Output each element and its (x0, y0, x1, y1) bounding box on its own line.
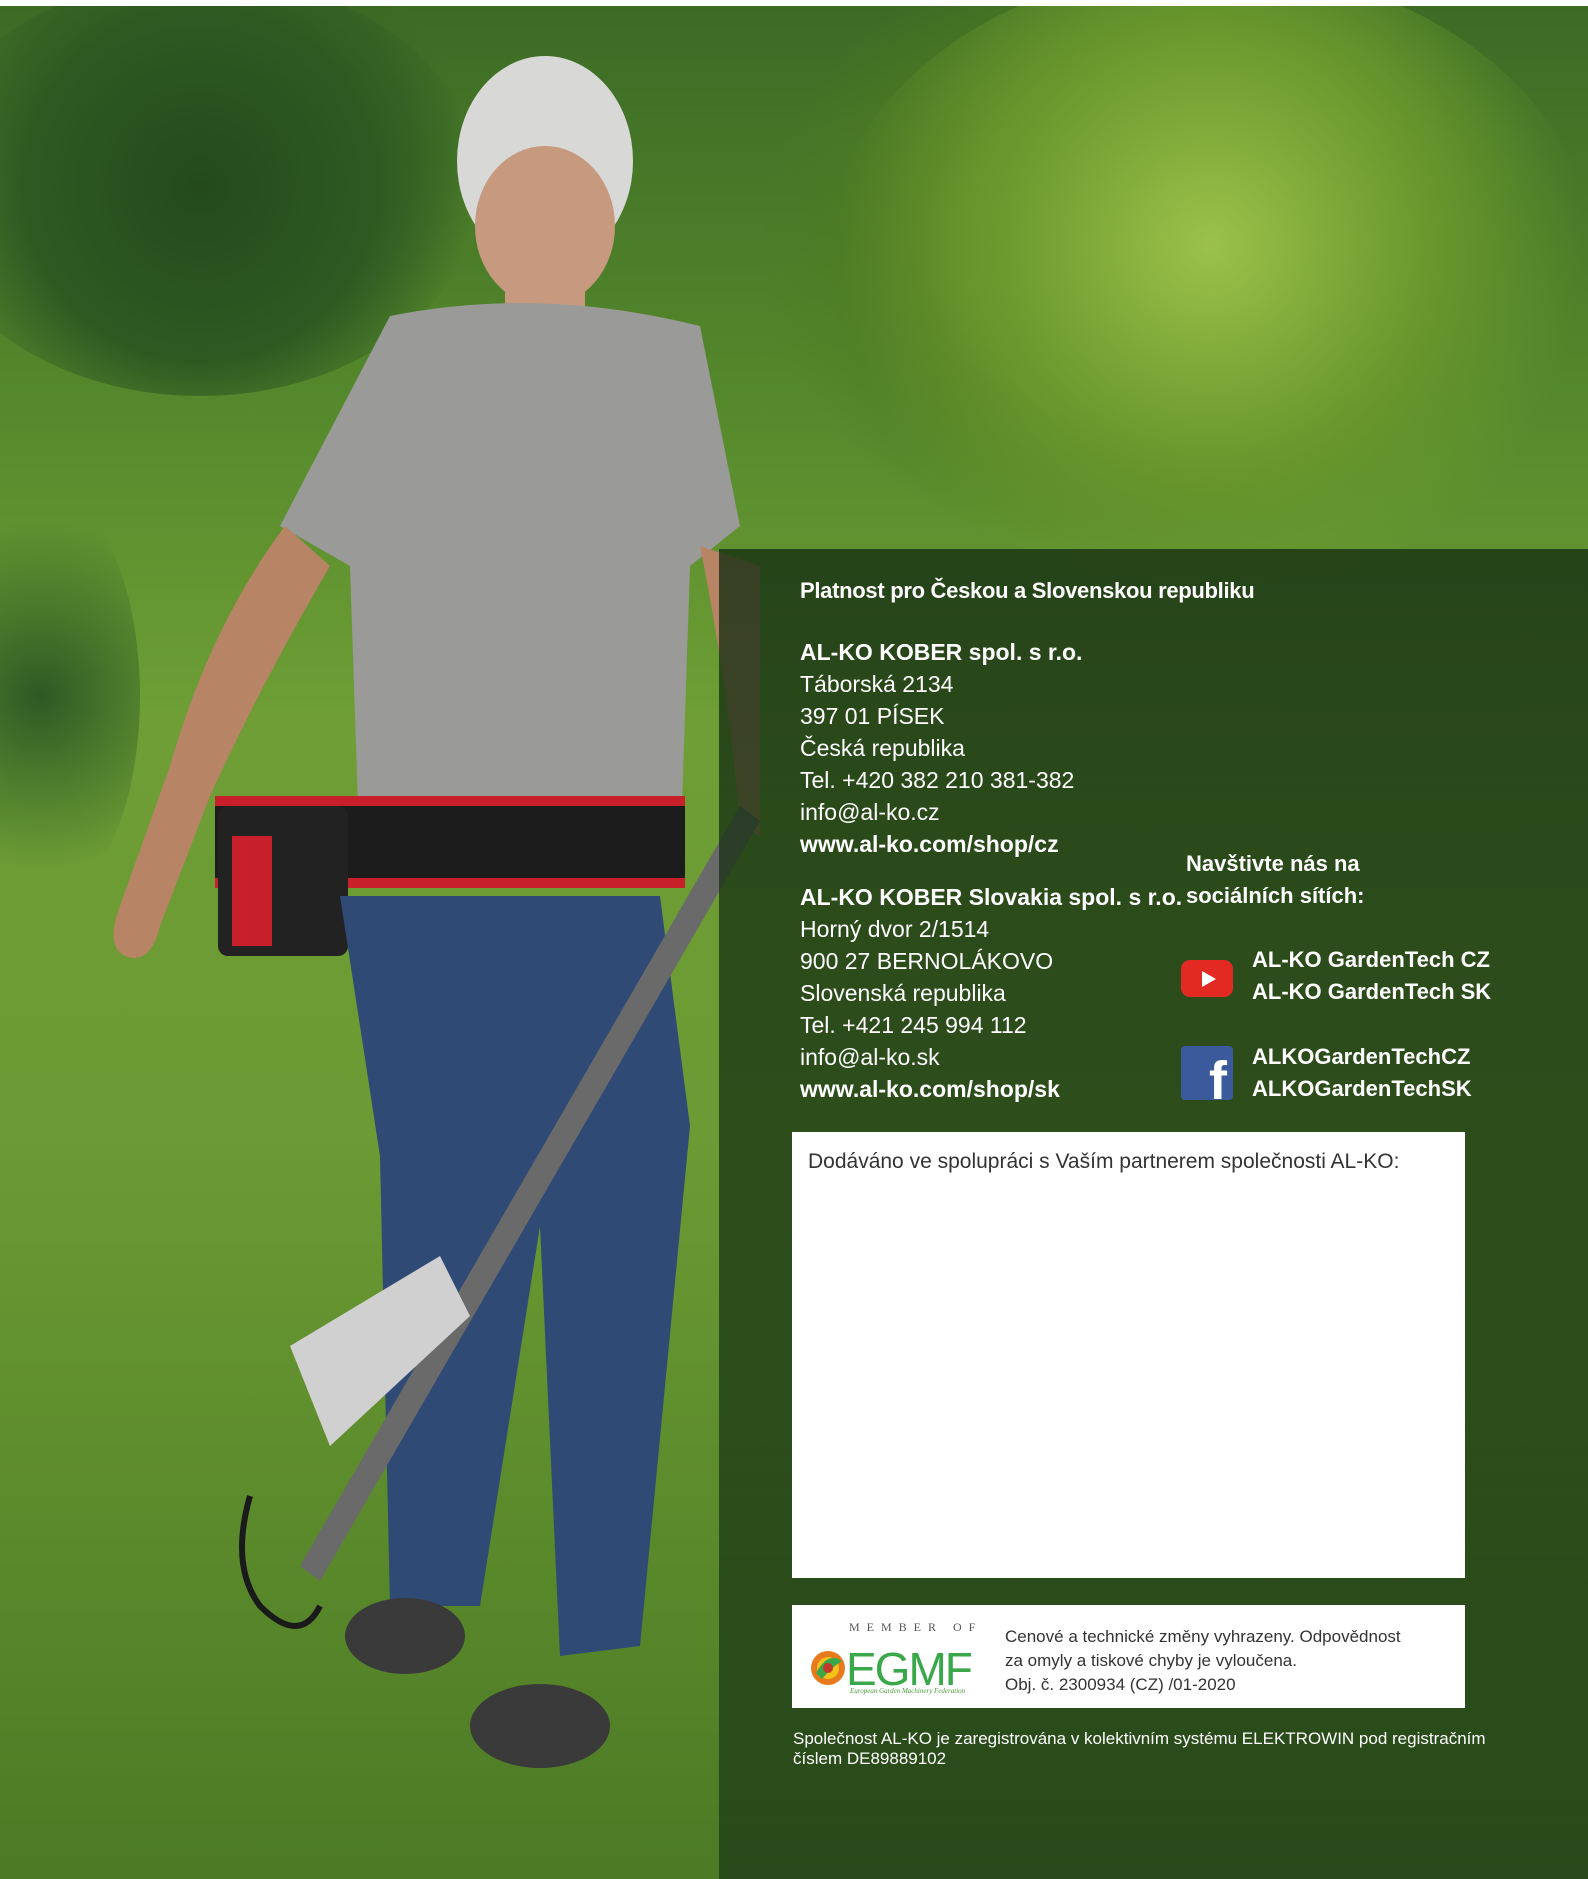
contact-cz: AL-KO KOBER spol. s r.o. Táborská 2134 3… (800, 636, 1082, 860)
egmf-subtitle: European Garden Machinery Federation (850, 1687, 966, 1695)
youtube-channel-sk[interactable]: AL-KO GardenTech SK (1252, 976, 1491, 1008)
elektrowin-note: Společnost AL-KO je zaregistrována v kol… (793, 1729, 1486, 1769)
street: Táborská 2134 (800, 671, 954, 697)
social-heading-line2: sociálních sítích: (1186, 883, 1365, 908)
partner-label: Dodáváno ve spolupráci s Vaším partnerem… (808, 1150, 1400, 1173)
egmf-box: MEMBER OF EGMF European Garden Machinery… (792, 1605, 1465, 1708)
phone: Tel. +421 245 994 112 (800, 1012, 1027, 1038)
egmf-logo-text: EGMF (846, 1643, 972, 1693)
street: Horný dvor 2/1514 (800, 916, 990, 942)
partner-stamp-box: Dodáváno ve spolupráci s Vaším partnerem… (792, 1132, 1465, 1578)
egmf-member-of: MEMBER OF (849, 1620, 983, 1634)
disclaimer-line: za omyly a tiskové chyby je vyloučena. (1005, 1651, 1297, 1670)
email-link[interactable]: info@al-ko.sk (800, 1041, 1182, 1073)
company-name: AL-KO KOBER spol. s r.o. (800, 639, 1083, 665)
hedge-foliage (820, 6, 1588, 586)
company-name: AL-KO KOBER Slovakia spol. s r.o. (800, 884, 1183, 910)
order-number: Obj. č. 2300934 (CZ) /01-2020 (1005, 1675, 1236, 1694)
web-link[interactable]: www.al-ko.com/shop/cz (800, 828, 1082, 860)
phone: Tel. +420 382 210 381-382 (800, 767, 1075, 793)
disclaimer-line: Cenové a technické změny vyhrazeny. Odpo… (1005, 1627, 1401, 1646)
city: 397 01 PÍSEK (800, 703, 945, 729)
disclaimer: Cenové a technické změny vyhrazeny. Odpo… (1005, 1625, 1401, 1697)
footer-line: Společnost AL-KO je zaregistrována v kol… (793, 1729, 1486, 1748)
facebook-icon[interactable]: f (1181, 1046, 1233, 1100)
facebook-pages: ALKOGardenTechCZ ALKOGardenTechSK (1252, 1041, 1472, 1105)
city: 900 27 BERNOLÁKOVO (800, 948, 1054, 974)
email-link[interactable]: info@al-ko.cz (800, 796, 1082, 828)
facebook-page-cz[interactable]: ALKOGardenTechCZ (1252, 1041, 1472, 1073)
youtube-channel-cz[interactable]: AL-KO GardenTech CZ (1252, 944, 1491, 976)
youtube-icon[interactable] (1181, 960, 1233, 997)
web-link[interactable]: www.al-ko.com/shop/sk (800, 1073, 1182, 1105)
youtube-channels: AL-KO GardenTech CZ AL-KO GardenTech SK (1252, 944, 1491, 1008)
social-heading: Navštivte nás na sociálních sítích: (1186, 848, 1365, 912)
footer-line: číslem DE89889102 (793, 1749, 947, 1768)
gardener-figure (113, 56, 760, 1768)
country: Slovenská republika (800, 980, 1006, 1006)
validity-heading: Platnost pro Českou a Slovenskou republi… (800, 578, 1255, 603)
social-heading-line1: Navštivte nás na (1186, 851, 1360, 876)
egmf-logo: EGMF (811, 1643, 974, 1693)
facebook-page-sk[interactable]: ALKOGardenTechSK (1252, 1073, 1472, 1105)
country: Česká republika (800, 735, 965, 761)
contact-sk: AL-KO KOBER Slovakia spol. s r.o. Horný … (800, 881, 1182, 1105)
